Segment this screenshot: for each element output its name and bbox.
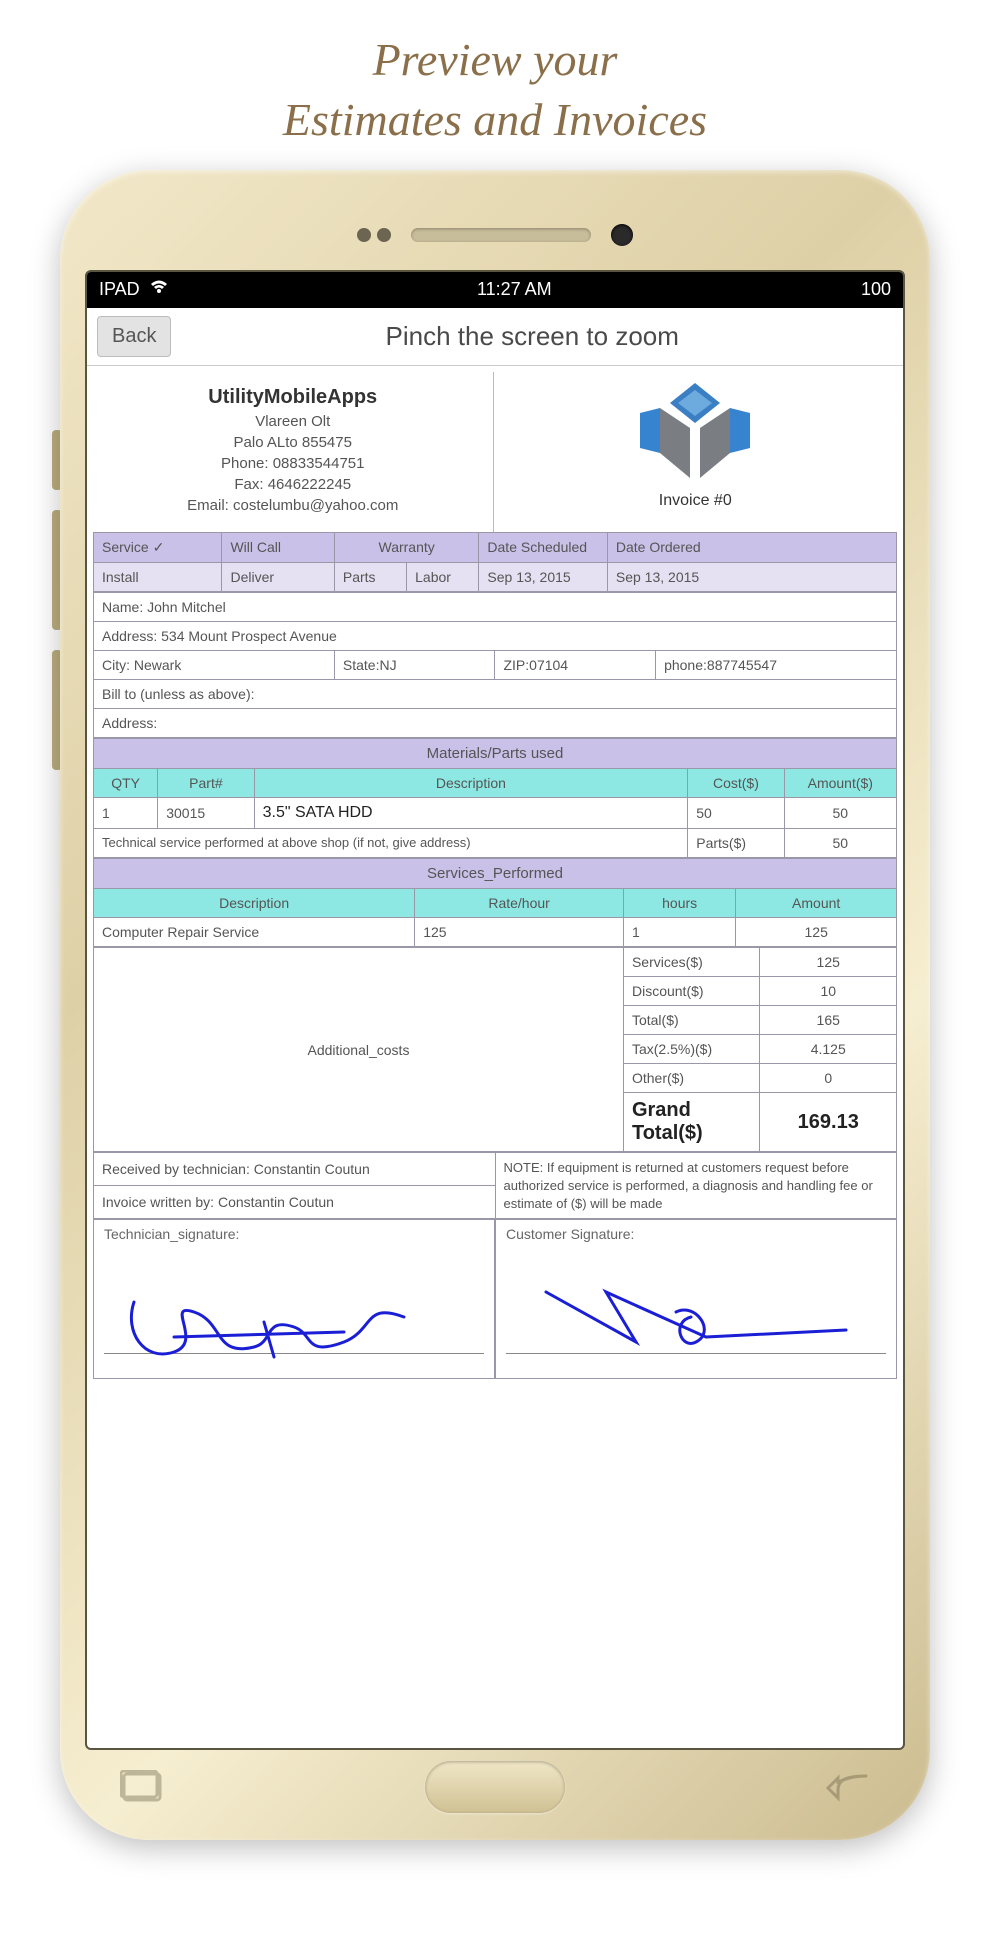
additional-costs-label: Additional_costs [94, 948, 624, 1152]
return-note: NOTE: If equipment is returned at custom… [495, 1153, 897, 1219]
footer-table: Received by technician: Constantin Coutu… [93, 1152, 897, 1219]
home-button [425, 1761, 565, 1813]
status-time: 11:27 AM [477, 279, 552, 300]
phone-camera [611, 224, 633, 246]
promo-line2: Estimates and Invoices [283, 94, 707, 145]
table-row: Computer Repair Service 125 1 125 [94, 918, 897, 947]
device-screen: IPAD 11:27 AM 100 Back Pinch the screen … [85, 270, 905, 1750]
customer-signature-box: Customer Signature: [495, 1219, 897, 1379]
company-name: UtilityMobileApps [97, 386, 489, 409]
back-button[interactable]: Back [97, 316, 171, 357]
company-logo-icon [620, 378, 770, 488]
company-street: Vlareen Olt [97, 413, 489, 430]
job-type-table: Service ✓ Will Call Warranty Date Schedu… [93, 532, 897, 592]
invoice-number: Invoice #0 [500, 492, 892, 510]
phone-mockup: IPAD 11:27 AM 100 Back Pinch the screen … [60, 170, 930, 1840]
status-bar: IPAD 11:27 AM 100 [87, 272, 903, 308]
table-row: 1 30015 3.5" SATA HDD 50 50 [94, 797, 897, 828]
technician-signature-icon [102, 1262, 486, 1372]
grand-total-label: Grand Total($) [623, 1093, 760, 1152]
services-table: Services_Performed Description Rate/hour… [93, 858, 897, 947]
device-label: IPAD [99, 279, 140, 300]
back-nav-icon [826, 1770, 870, 1804]
grand-total-value: 169.13 [760, 1093, 897, 1152]
promo-headline: Preview your Estimates and Invoices [0, 0, 990, 170]
customer-signature-icon [504, 1262, 888, 1372]
battery-level: 100 [861, 279, 891, 300]
materials-table: Materials/Parts used QTY Part# Descripti… [93, 738, 897, 859]
totals-table: Additional_costs Services($) 125 Discoun… [93, 947, 897, 1152]
company-info: UtilityMobileApps Vlareen Olt Palo ALto … [93, 372, 494, 532]
wifi-icon [150, 280, 168, 299]
page-title: Pinch the screen to zoom [171, 321, 893, 352]
invoice-document[interactable]: UtilityMobileApps Vlareen Olt Palo ALto … [87, 366, 903, 1390]
recent-apps-icon [120, 1770, 164, 1804]
phone-speaker [411, 228, 591, 242]
customer-table: Name: John Mitchel Address: 534 Mount Pr… [93, 592, 897, 738]
company-city: Palo ALto 855475 [97, 434, 489, 451]
promo-line1: Preview your [373, 34, 618, 85]
technician-signature-box: Technician_signature: [93, 1219, 495, 1379]
